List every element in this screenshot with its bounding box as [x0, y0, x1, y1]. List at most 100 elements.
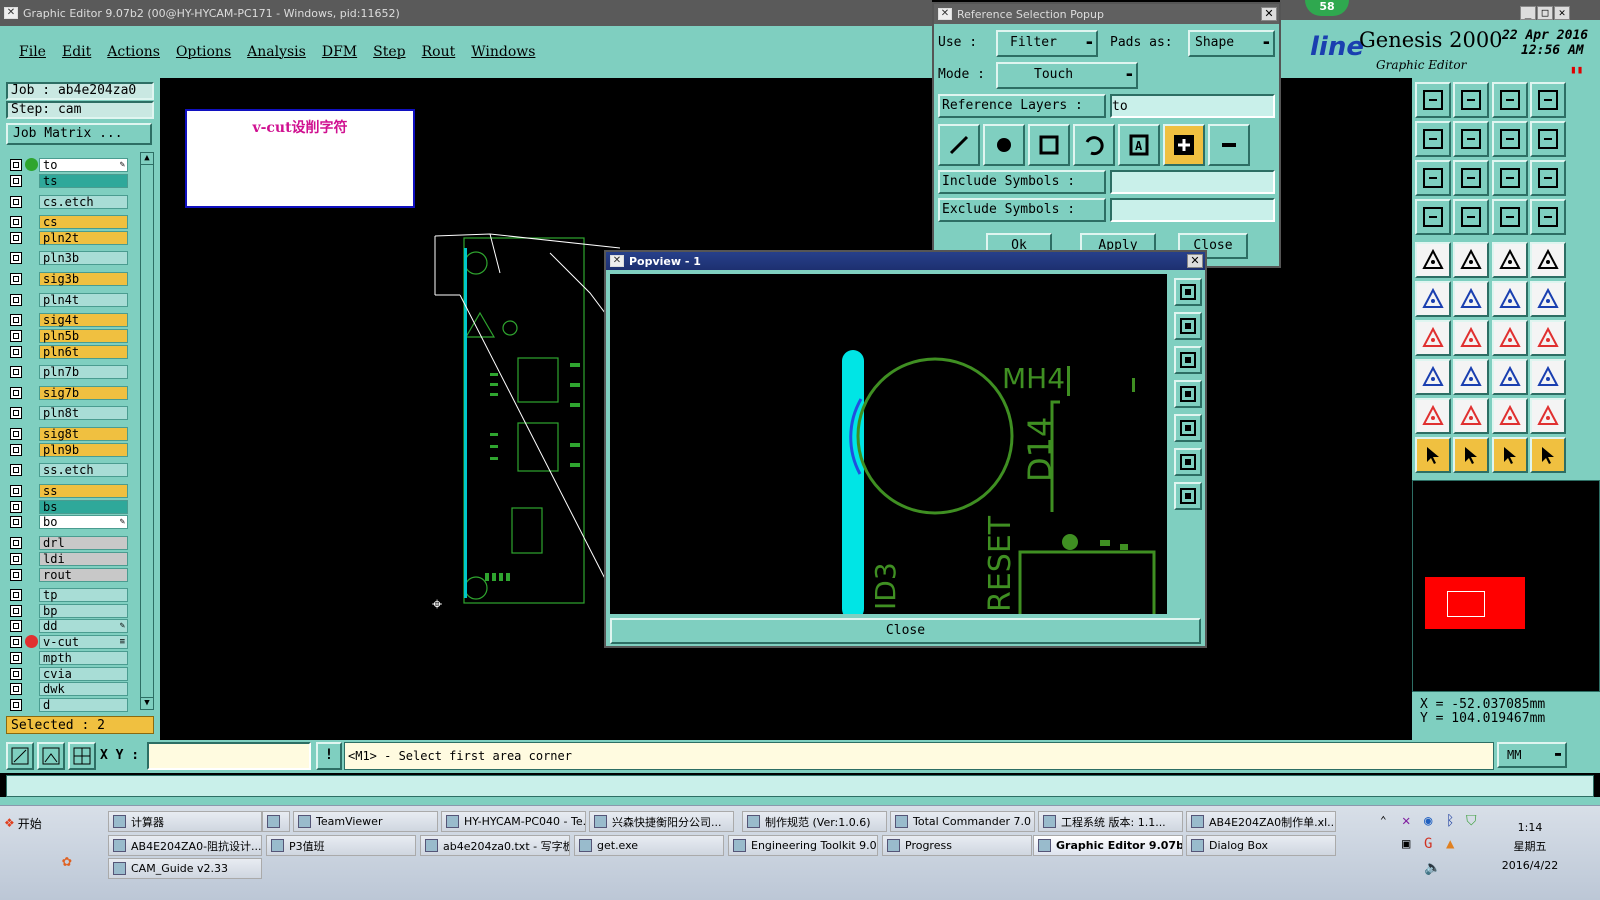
- layer-row-drl[interactable]: drl: [10, 535, 128, 550]
- tool-fit-screen-button[interactable]: [1415, 160, 1451, 196]
- tool-circle-pad-button[interactable]: [1530, 242, 1566, 278]
- quick-launch-icon[interactable]: ✿: [62, 851, 72, 870]
- symbol-surface-button[interactable]: [1028, 124, 1070, 166]
- layer-checkbox[interactable]: [10, 386, 22, 399]
- popview-fit-screen-button[interactable]: [1174, 448, 1202, 476]
- layer-checkbox[interactable]: [10, 651, 22, 664]
- include-symbols-button[interactable]: Include Symbols :: [938, 170, 1106, 194]
- tool-group-button[interactable]: [1530, 359, 1566, 395]
- layer-checkbox[interactable]: [10, 619, 22, 632]
- layer-row-ss.etch[interactable]: ss.etch: [10, 462, 128, 477]
- popview-canvas[interactable]: MH4 D14 ID3 RESET: [610, 274, 1167, 614]
- layer-row-ts[interactable]: ts: [10, 173, 128, 188]
- tool-help-button[interactable]: [1530, 160, 1566, 196]
- taskbar-button[interactable]: HY-HYCAM-PC040 - Te...: [441, 811, 586, 832]
- layer-row-v-cut[interactable]: v-cut ≡: [10, 634, 128, 649]
- tray-bluetooth-icon[interactable]: ᛒ: [1446, 813, 1454, 829]
- tool-measure-a-button[interactable]: [1453, 398, 1489, 434]
- tool-measure-text-button[interactable]: [1492, 398, 1528, 434]
- popview-page-right-button[interactable]: [1174, 414, 1202, 442]
- overview-view-rect[interactable]: [1447, 591, 1485, 617]
- layer-checkbox[interactable]: [10, 329, 22, 342]
- measure-button[interactable]: [37, 742, 65, 770]
- layer-checkbox[interactable]: [10, 484, 22, 497]
- layer-row-pln5b[interactable]: pln5b: [10, 328, 128, 343]
- tool-pad-button[interactable]: [1415, 242, 1451, 278]
- tool-rotate-arrow-button[interactable]: [1492, 320, 1528, 356]
- layer-checkbox[interactable]: [10, 406, 22, 419]
- tool-layout-button[interactable]: [1530, 82, 1566, 118]
- tool-split-button[interactable]: [1492, 121, 1528, 157]
- layer-row-sig8t[interactable]: sig8t: [10, 426, 128, 441]
- symbol-include-button[interactable]: [1163, 124, 1205, 166]
- tool-ruler-button[interactable]: [1492, 242, 1528, 278]
- layer-row-mpth[interactable]: mpth: [10, 650, 128, 665]
- tool-home-button[interactable]: [1492, 82, 1528, 118]
- tool-page-up-button[interactable]: [1415, 82, 1451, 118]
- tool-connect-nodes-button[interactable]: [1415, 281, 1451, 317]
- units-select[interactable]: MM ▬: [1497, 742, 1567, 768]
- layer-checkbox[interactable]: [10, 272, 22, 285]
- taskbar-button[interactable]: CAM_Guide v2.33: [108, 858, 262, 879]
- tool-step-button[interactable]: [1530, 121, 1566, 157]
- pads-select[interactable]: Shape ▬: [1188, 30, 1275, 57]
- reference-layers-button[interactable]: Reference Layers :: [938, 94, 1106, 118]
- layer-row-ss[interactable]: ss: [10, 483, 128, 498]
- taskbar-button[interactable]: ab4e204za0.txt - 写字板: [420, 835, 570, 856]
- tool-select-arrow-button[interactable]: [1415, 437, 1451, 473]
- layer-checkbox[interactable]: [10, 500, 22, 513]
- tool-line-red-button[interactable]: [1453, 359, 1489, 395]
- note-box[interactable]: v-cut设削字符: [185, 109, 415, 208]
- layer-checkbox[interactable]: [10, 251, 22, 264]
- tool-select-arrow-flip-button[interactable]: [1530, 437, 1566, 473]
- taskbar-button[interactable]: get.exe: [574, 835, 724, 856]
- tool-parallel-lines-button[interactable]: [1530, 320, 1566, 356]
- taskbar-button[interactable]: Graphic Editor 9.07b...: [1033, 835, 1183, 856]
- tool-page-down-button[interactable]: [1453, 82, 1489, 118]
- ref-popup-close-icon[interactable]: ✕: [1261, 7, 1277, 21]
- layer-checkbox[interactable]: [10, 313, 22, 326]
- layer-row-cs.etch[interactable]: cs.etch: [10, 194, 128, 209]
- layer-checkbox[interactable]: [10, 667, 22, 680]
- layer-checkbox[interactable]: [10, 698, 22, 711]
- menu-edit[interactable]: Edit: [55, 44, 98, 60]
- tool-zoom-center-button[interactable]: [1453, 160, 1489, 196]
- tool-select-arrow-round-button[interactable]: [1492, 437, 1528, 473]
- taskbar-button[interactable]: Total Commander 7.0 ...: [890, 811, 1035, 832]
- tool-dim-line-button[interactable]: [1492, 359, 1528, 395]
- popview-page-up-button[interactable]: [1174, 312, 1202, 340]
- layer-checkbox[interactable]: [10, 604, 22, 617]
- taskbar-button[interactable]: AB4E204ZA0制作单.xl...: [1186, 811, 1336, 832]
- layer-checkbox[interactable]: [10, 682, 22, 695]
- layer-row-d[interactable]: d: [10, 697, 128, 712]
- menu-file[interactable]: File: [12, 44, 53, 60]
- layer-row-bp[interactable]: bp: [10, 603, 128, 618]
- taskbar-button[interactable]: AB4E204ZA0-阻抗设计...: [108, 835, 262, 856]
- zoom-area-button[interactable]: [6, 742, 34, 770]
- layer-checkbox[interactable]: [10, 158, 22, 171]
- include-symbols-input[interactable]: [1110, 170, 1275, 194]
- grid-button[interactable]: [68, 742, 96, 770]
- layer-checkbox[interactable]: [10, 365, 22, 378]
- layer-row-pln6t[interactable]: pln6t: [10, 344, 128, 359]
- tool-line-draw-button[interactable]: [1530, 281, 1566, 317]
- layer-row-cvia[interactable]: cvia: [10, 666, 128, 681]
- layer-row-ldi[interactable]: ldi: [10, 551, 128, 566]
- taskbar-button[interactable]: 计算器: [108, 811, 262, 832]
- taskbar-button[interactable]: 工程系统 版本: 1.1...: [1038, 811, 1183, 832]
- taskbar-button[interactable]: 兴森快捷衡阳分公司...: [589, 811, 734, 832]
- tool-align-right-button[interactable]: [1453, 121, 1489, 157]
- close-window-button[interactable]: ✕: [1554, 6, 1570, 20]
- tool-scale-1-2-button[interactable]: [1492, 160, 1528, 196]
- tool-line-pick-button[interactable]: [1492, 281, 1528, 317]
- xy-input[interactable]: [147, 742, 311, 770]
- menu-actions[interactable]: Actions: [100, 44, 167, 60]
- tool-draw-shape-button[interactable]: [1453, 242, 1489, 278]
- tray-monitor-icon[interactable]: ▣: [1402, 836, 1410, 852]
- layer-checkbox[interactable]: [10, 427, 22, 440]
- layer-checkbox[interactable]: [10, 463, 22, 476]
- layer-scrollbar[interactable]: ▲ ▼: [140, 152, 154, 710]
- menu-rout[interactable]: Rout: [415, 44, 463, 60]
- taskbar-button[interactable]: TeamViewer: [293, 811, 438, 832]
- tray-app-icon[interactable]: G: [1424, 836, 1432, 852]
